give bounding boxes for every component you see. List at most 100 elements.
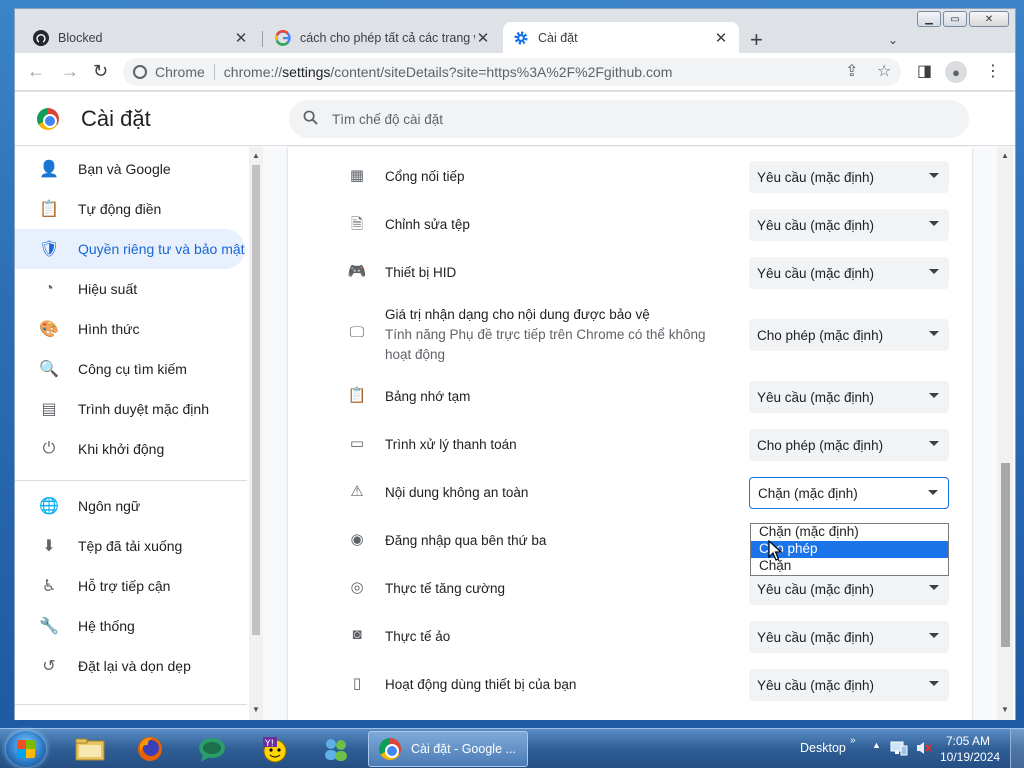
permission-row: ◙ Thực tế ảo Yêu cầu (mặc định) [288, 613, 972, 661]
permission-row: ⚠ Nội dung không an toàn Chặn (mặc định) [288, 469, 972, 517]
clock-date: 10/19/2024 [940, 750, 1001, 764]
tab-title: Blocked [58, 30, 103, 45]
share-icon[interactable]: ⇪ [845, 61, 858, 81]
permission-select[interactable]: Cho phép (mặc định) [749, 319, 949, 351]
sidebar-item[interactable]: 🔍 Công cụ tìm kiếm [15, 349, 245, 389]
permission-select[interactable]: Yêu cầu (mặc định) [749, 621, 949, 653]
chrome-window: ▁ ▭ ✕ Blocked ✕ cách cho phép tất cả các… [14, 8, 1016, 720]
tab-strip: Blocked ✕ cách cho phép tất cả các trang… [15, 19, 1015, 53]
scroll-up-icon[interactable]: ▲ [1001, 151, 1009, 160]
permission-name: Bảng nhớ tạm [385, 389, 471, 404]
sidebar-item[interactable]: ↺ Đặt lại và dọn dẹp [15, 646, 245, 686]
permission-select-value: Yêu cầu (mặc định) [757, 389, 875, 405]
volume-muted-icon[interactable] [915, 740, 933, 759]
vr-goggles-icon: ◙ [352, 626, 362, 643]
sidebar-scrollbar[interactable]: ▲ ▼ [249, 147, 263, 720]
close-tab-icon[interactable]: ✕ [233, 29, 249, 47]
dropdown-caret-icon [928, 490, 938, 495]
file-edit-icon: 🗎 [350, 216, 364, 233]
taskbar-chrome-button[interactable]: Cài đặt - Google ... [368, 731, 528, 767]
permission-text: Thực tế ảo [385, 627, 450, 647]
side-panel-icon[interactable]: ◨ [917, 61, 932, 81]
permission-select-value: Yêu cầu (mặc định) [757, 169, 875, 185]
content-scroll-thumb[interactable] [1001, 463, 1010, 647]
dropdown-caret-icon [929, 331, 939, 336]
sidebar-item[interactable]: ⏻ Khi khởi động [15, 429, 245, 469]
scroll-down-icon[interactable]: ▼ [1001, 705, 1009, 714]
permission-row: 📋 Bảng nhớ tạm Yêu cầu (mặc định) [288, 373, 972, 421]
back-arrow-icon[interactable]: ← [27, 61, 45, 81]
permission-select[interactable]: Yêu cầu (mặc định) [749, 573, 949, 605]
dropdown-caret-icon [929, 633, 939, 638]
sidebar-item[interactable]: 🛡 Quyền riêng tư và bảo mật [15, 229, 245, 269]
clipboard-icon: 📋 [347, 387, 367, 404]
sidebar-item-label: Công cụ tìm kiếm [78, 361, 187, 377]
toolbar-expand-icon[interactable]: » [850, 735, 856, 746]
permission-select-value: Chặn (mặc định) [758, 485, 858, 501]
permission-select[interactable]: Yêu cầu (mặc định) [749, 161, 949, 193]
close-tab-icon[interactable]: ✕ [475, 29, 491, 47]
new-tab-button[interactable]: + [750, 29, 763, 51]
content-scrollbar[interactable]: ▲ ▼ [997, 147, 1013, 720]
permission-name: Thiết bị HID [385, 265, 457, 280]
system-clock[interactable]: 7:05 AM 10/19/2024 [940, 733, 1001, 765]
permission-select[interactable]: Yêu cầu (mặc định) [749, 257, 949, 289]
sidebar-item-label: Hiệu suất [78, 281, 138, 297]
profile-avatar-icon[interactable]: ● [945, 61, 967, 83]
sidebar-scroll-thumb[interactable] [252, 165, 260, 635]
reload-icon[interactable]: ↻ [93, 61, 108, 81]
permission-select[interactable]: Cho phép (mặc định) [749, 429, 949, 461]
dropdown-option[interactable]: Chặn (mặc định) [751, 524, 948, 541]
permission-select[interactable]: Chặn (mặc định) [749, 477, 949, 509]
tab-google-search[interactable]: cách cho phép tất cả các trang w ✕ [265, 22, 501, 53]
sidebar-item[interactable]: 👤 Bạn và Google [15, 149, 245, 189]
permission-text: Bảng nhớ tạm [385, 387, 470, 407]
sidebar-item[interactable]: ◔ Hiệu suất [15, 269, 245, 309]
tab-blocked[interactable]: Blocked ✕ [23, 22, 259, 53]
permission-select[interactable]: Yêu cầu (mặc định) [749, 381, 949, 413]
tab-search-chevron-icon[interactable]: ⌄ [888, 33, 898, 47]
close-tab-icon[interactable]: ✕ [713, 29, 729, 47]
desktop-toolbar-label[interactable]: Desktop [800, 741, 846, 755]
permission-select-value: Cho phép (mặc định) [757, 437, 884, 453]
start-button[interactable] [6, 731, 46, 767]
settings-search[interactable] [289, 100, 969, 138]
permission-name: Nội dung không an toàn [385, 485, 529, 500]
sidebar-item[interactable]: 🎨 Hình thức [15, 309, 245, 349]
scroll-up-icon[interactable]: ▲ [252, 151, 260, 160]
firefox-icon[interactable] [130, 733, 170, 765]
taskbar-app-title: Cài đặt - Google ... [411, 742, 516, 756]
network-tray-icon[interactable] [890, 740, 908, 759]
sidebar-item[interactable]: 🌐 Ngôn ngữ [15, 486, 245, 526]
sidebar-item[interactable]: 📋 Tự động điền [15, 189, 245, 229]
account-circle-icon: ◉ [350, 531, 364, 548]
menu-kebab-icon[interactable]: ⋮ [985, 61, 1001, 81]
file-explorer-icon[interactable] [70, 733, 110, 765]
search-icon [303, 110, 318, 129]
speedometer-icon: ◔ [44, 280, 54, 297]
permission-select[interactable]: Yêu cầu (mặc định) [749, 669, 949, 701]
sidebar-item[interactable]: ♿ Hỗ trợ tiếp cận [15, 566, 245, 606]
permission-name: Hoạt động dùng thiết bị của bạn [385, 677, 577, 692]
sidebar-item-label: Hình thức [78, 321, 140, 337]
sidebar-item[interactable]: ⬇ Tệp đã tải xuống [15, 526, 245, 566]
sidebar-item-label: Tệp đã tải xuống [78, 538, 183, 554]
forward-arrow-icon[interactable]: → [61, 61, 79, 81]
permission-text: Thực tế tăng cường [385, 579, 505, 599]
scroll-down-icon[interactable]: ▼ [252, 705, 260, 714]
settings-search-input[interactable] [332, 111, 892, 127]
tab-settings[interactable]: Cài đặt ✕ [503, 22, 739, 53]
sidebar-divider [15, 704, 247, 705]
show-desktop-button[interactable] [1010, 729, 1024, 768]
permission-select-value: Yêu cầu (mặc định) [757, 217, 875, 233]
permission-text: Đăng nhập qua bên thứ ba [385, 531, 546, 551]
yahoo-messenger-icon[interactable]: Y! [254, 733, 294, 765]
sidebar-item[interactable]: ▤ Trình duyệt mặc định [15, 389, 245, 429]
show-hidden-icons-icon[interactable]: ▲ [872, 740, 881, 750]
messenger-app-icon[interactable] [192, 733, 232, 765]
network-people-icon[interactable] [316, 733, 356, 765]
permission-select[interactable]: Yêu cầu (mặc định) [749, 209, 949, 241]
address-bar[interactable]: Chrome chrome://settings/content/siteDet… [123, 58, 901, 86]
sidebar-item[interactable]: 🔧 Hệ thống [15, 606, 245, 646]
bookmark-star-icon[interactable]: ☆ [877, 61, 891, 81]
